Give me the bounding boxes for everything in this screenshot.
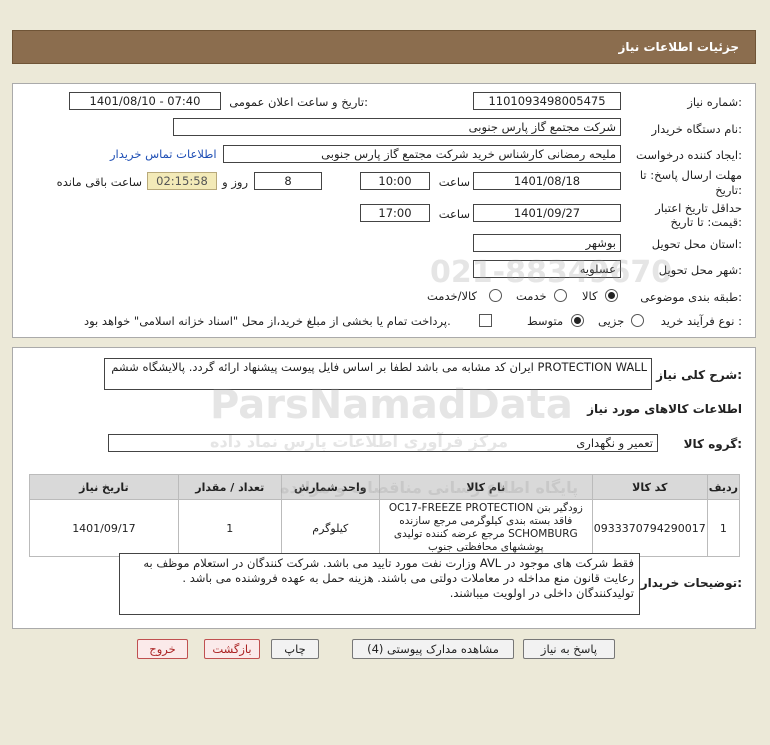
row-code: 0933370794290017	[591, 499, 708, 557]
page-header: جزئیات اطلاعات نیاز	[12, 30, 756, 64]
reply-deadline-label: مهلت ارسال پاسخ: تا	[639, 168, 742, 182]
print-button[interactable]: چاپ	[271, 639, 319, 659]
reply-button[interactable]: پاسخ به نیاز	[523, 639, 615, 659]
col-unit: واحد شمارش	[280, 474, 380, 500]
category-option-service: خدمت	[516, 289, 547, 303]
goods-table: ردیف کد کالا نام کالا واحد شمارش تعداد /…	[29, 474, 741, 557]
announce-label: تاریخ و ساعت اعلان عمومی:	[229, 95, 368, 109]
process-radio-medium[interactable]	[571, 314, 584, 327]
validity-time-field: 17:00	[360, 204, 430, 222]
row-name: زودگیر بتن OC17-FREEZE PROTECTION فاقد ب…	[378, 499, 593, 557]
need-number-label: شماره نیاز:	[687, 95, 742, 109]
requester-label: ایجاد کننده درخواست:	[636, 148, 742, 162]
goods-table-header: ردیف کد کالا نام کالا واحد شمارش تعداد /…	[29, 474, 741, 500]
price-validity-label: حداقل تاریخ اعتبار	[655, 201, 742, 215]
row-number: 1	[706, 499, 741, 557]
col-row: ردیف	[706, 474, 741, 500]
buyer-org-label: نام دستگاه خریدار:	[651, 122, 742, 136]
treasury-payment-note: پرداخت تمام یا بخشی از مبلغ خرید،از محل …	[84, 314, 451, 328]
col-code: کد کالا	[591, 474, 708, 500]
description-label: شرح کلی نیاز:	[656, 368, 742, 382]
back-button[interactable]: بازگشت	[204, 639, 260, 659]
process-radio-minor[interactable]	[631, 314, 644, 327]
category-radio-service[interactable]	[554, 289, 567, 302]
remaining-label: ساعت باقی مانده	[56, 175, 142, 189]
col-name: نام کالا	[378, 474, 593, 500]
days-field: 8	[254, 172, 322, 190]
city-field: عسلویه	[473, 260, 621, 278]
province-label: استان محل تحویل:	[651, 237, 742, 251]
reply-date-field: 1401/08/18	[473, 172, 621, 190]
category-option-goods-service: کالا/خدمت	[427, 289, 478, 303]
category-label: طبقه بندی موضوعی:	[640, 290, 742, 304]
buyer-org-field: شرکت مجتمع گاز پارس جنوبی	[173, 118, 621, 136]
col-date: تاریخ نیاز	[29, 474, 179, 500]
category-radio-goods[interactable]	[605, 289, 618, 302]
remaining-time-field: 02:15:58	[147, 172, 217, 190]
view-attachments-button[interactable]: مشاهده مدارک پیوستی (4)	[352, 639, 514, 659]
page-title: جزئیات اطلاعات نیاز	[618, 40, 739, 54]
validity-time-label: ساعت	[438, 207, 470, 221]
reply-deadline-label-date: تاریخ:	[715, 183, 742, 197]
exit-button[interactable]: خروج	[137, 639, 188, 659]
price-validity-label-date: قیمت: تا تاریخ:	[670, 215, 742, 229]
goods-section-title: اطلاعات کالاهای مورد نیاز	[587, 402, 742, 416]
buyer-contact-link[interactable]: اطلاعات تماس خریدار	[110, 147, 217, 161]
days-label: روز و	[222, 175, 248, 189]
city-label: شهر محل تحویل:	[658, 263, 742, 277]
goods-group-label: گروه کالا:	[683, 437, 742, 451]
col-qty: تعداد / مقدار	[177, 474, 282, 500]
buyer-notes-field: فقط شرکت های موجود در AVL وزارت نفت مورد…	[119, 553, 640, 615]
announce-field: 1401/08/10 - 07:40	[69, 92, 221, 110]
reply-time-label: ساعت	[438, 175, 470, 189]
goods-group-field: تعمیر و نگهداری	[108, 434, 658, 452]
row-unit: کیلوگرم	[280, 499, 380, 557]
table-row: 1 0933370794290017 زودگیر بتن OC17-FREEZ…	[29, 499, 741, 557]
need-number-field: 1101093498005475	[473, 92, 621, 110]
process-option-medium: متوسط	[527, 314, 564, 328]
row-date: 1401/09/17	[29, 499, 179, 557]
category-radio-goods-service[interactable]	[489, 289, 502, 302]
treasury-payment-checkbox[interactable]	[479, 314, 492, 327]
process-option-minor: جزیی	[598, 314, 625, 328]
description-field: PROTECTION WALL ایران کد مشابه می باشد ل…	[104, 358, 652, 390]
category-option-goods: کالا	[582, 289, 598, 303]
buyer-notes-label: توضیحات خریدار:	[640, 576, 742, 590]
validity-date-field: 1401/09/27	[473, 204, 621, 222]
row-qty: 1	[177, 499, 282, 557]
requester-field: ملیحه رمضانی کارشناس خرید شرکت مجتمع گاز…	[223, 145, 621, 163]
reply-time-field: 10:00	[360, 172, 430, 190]
province-field: بوشهر	[473, 234, 621, 252]
process-label: نوع فرآیند خرید :	[660, 314, 742, 328]
